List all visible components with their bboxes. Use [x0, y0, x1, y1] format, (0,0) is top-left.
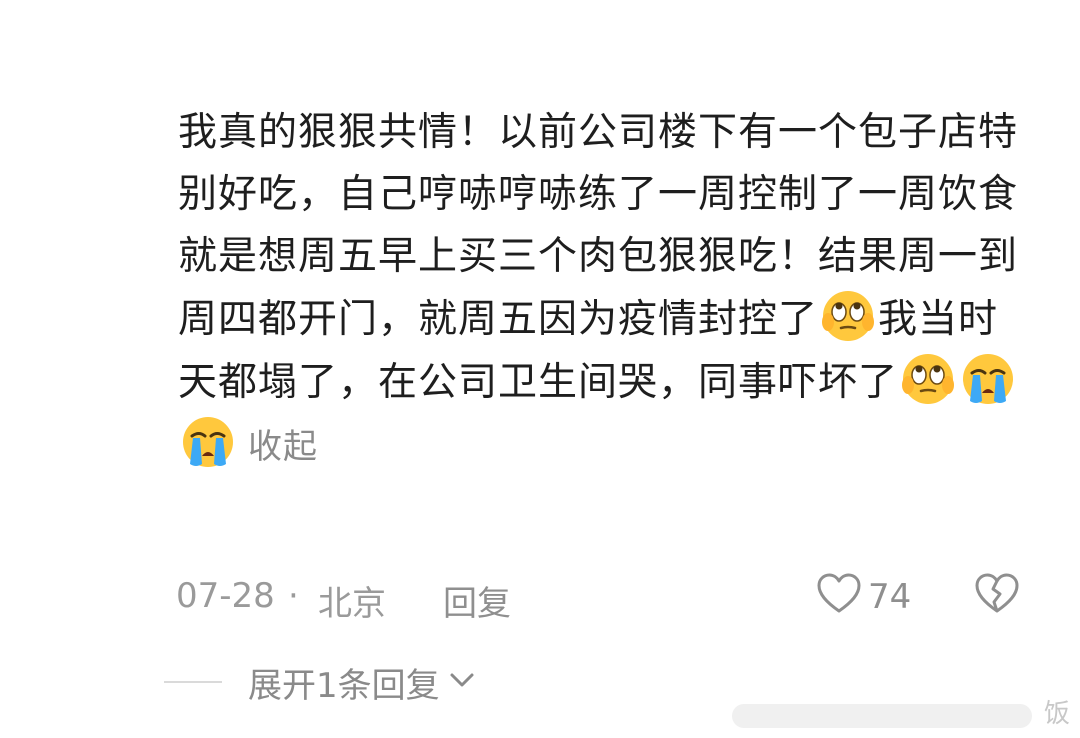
comment-location: 北京	[318, 584, 386, 624]
crying-emoji-icon	[960, 351, 1016, 407]
watermark: 饭	[1043, 699, 1070, 729]
expand-replies-row: 展开1条回复	[164, 658, 476, 707]
collapse-link[interactable]: 收起	[248, 427, 318, 467]
meta-separator: ·	[288, 576, 299, 616]
comment-text: 我真的狠狠共情！以前公司楼下有一个包子店特别好吃，自己哼哧哼哧练了一周控制了一周…	[178, 102, 1018, 478]
like-button[interactable]: 74	[816, 572, 911, 622]
expand-replies-button[interactable]: 展开1条回复	[248, 658, 440, 707]
reply-button[interactable]: 回复	[443, 576, 511, 625]
heart-outline-icon	[816, 572, 862, 623]
comment-body: 我真的狠狠共情！以前公司楼下有一个包子店特别好吃，自己哼哧哼哧练了一周控制了一周…	[178, 102, 1038, 478]
divider	[164, 681, 222, 683]
comment-date: 07-28	[176, 576, 275, 616]
watermark-bar	[732, 704, 1032, 728]
crying-emoji-icon	[180, 414, 236, 470]
broken-heart-icon	[974, 572, 1020, 623]
like-count: 74	[868, 577, 912, 617]
dislike-button[interactable]	[974, 572, 1022, 622]
eye-roll-emoji-icon	[820, 288, 876, 344]
eye-roll-emoji-icon	[900, 351, 956, 407]
comment-meta-row: 07-28 · 北京 回复 74	[176, 568, 1036, 628]
chevron-down-icon[interactable]	[440, 670, 476, 694]
